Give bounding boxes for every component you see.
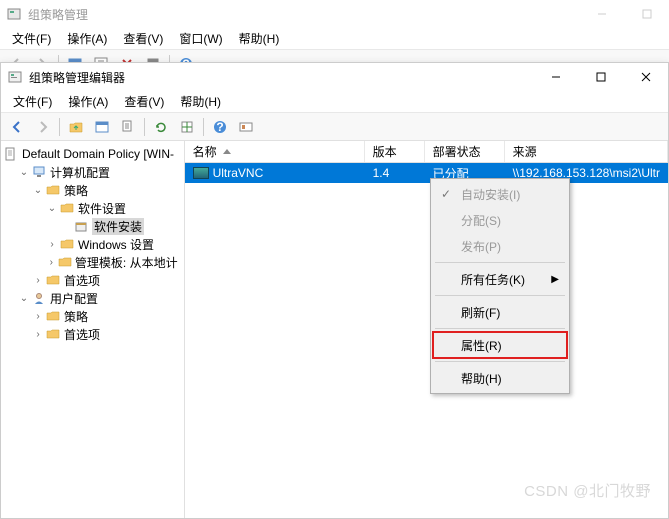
separator xyxy=(435,328,565,329)
user-icon xyxy=(31,290,47,306)
tree-software-settings[interactable]: ⌄ 软件设置 xyxy=(3,199,182,217)
col-state[interactable]: 部署状态 xyxy=(425,141,505,162)
menubar-gpme: 文件(F) 操作(A) 查看(V) 帮助(H) xyxy=(1,91,668,113)
cell-version: 1.4 xyxy=(365,166,425,180)
minimize-button[interactable] xyxy=(579,0,624,28)
expand-icon[interactable]: › xyxy=(31,311,45,322)
help-button[interactable]: ? xyxy=(208,115,232,139)
check-icon: ✓ xyxy=(441,187,451,201)
tree-policies-user[interactable]: › 策略 xyxy=(3,307,182,325)
ctx-all-tasks[interactable]: 所有任务(K)▶ xyxy=(433,266,567,292)
ctx-refresh[interactable]: 刷新(F) xyxy=(433,299,567,325)
menubar-gpm: 文件(F) 操作(A) 查看(V) 窗口(W) 帮助(H) xyxy=(0,28,669,50)
menu-view[interactable]: 查看(V) xyxy=(116,91,172,112)
tree-policies[interactable]: ⌄ 策略 xyxy=(3,181,182,199)
ctx-properties[interactable]: 属性(R) xyxy=(433,332,567,358)
ctx-publish[interactable]: 发布(P) xyxy=(433,233,567,259)
app-icon xyxy=(6,6,22,22)
title-text: 组策略管理 xyxy=(28,6,579,23)
refresh-button[interactable] xyxy=(149,115,173,139)
separator xyxy=(435,262,565,263)
tb-icon[interactable] xyxy=(175,115,199,139)
menu-view[interactable]: 查看(V) xyxy=(115,28,171,49)
list-pane: 名称 版本 部署状态 来源 UltraVNC 1.4 已分配 \\192.168… xyxy=(185,141,668,518)
maximize-button[interactable] xyxy=(624,0,669,28)
collapse-icon[interactable]: ⌄ xyxy=(17,167,31,178)
tree-pane[interactable]: Default Domain Policy [WIN- ⌄ 计算机配置 ⌄ 策略… xyxy=(1,141,185,518)
menu-action[interactable]: 操作(A) xyxy=(60,91,116,112)
expand-icon[interactable]: › xyxy=(45,239,59,250)
tree-computer-config[interactable]: ⌄ 计算机配置 xyxy=(3,163,182,181)
tree-root[interactable]: Default Domain Policy [WIN- xyxy=(3,145,182,163)
tree-preferences[interactable]: › 首选项 xyxy=(3,271,182,289)
toolbar-gpme: ? xyxy=(1,113,668,141)
titlebar-gpme[interactable]: 组策略管理编辑器 xyxy=(1,63,668,91)
forward-button[interactable] xyxy=(31,115,55,139)
tree-windows-settings[interactable]: › Windows 设置 xyxy=(3,235,182,253)
ctx-auto-install[interactable]: ✓自动安装(I) xyxy=(433,181,567,207)
title-text: 组策略管理编辑器 xyxy=(29,69,533,86)
folder-icon xyxy=(58,254,72,270)
cell-name: UltraVNC xyxy=(213,166,264,180)
folder-icon xyxy=(45,272,61,288)
list-row[interactable]: UltraVNC 1.4 已分配 \\192.168.153.128\msi2\… xyxy=(185,163,668,183)
menu-help[interactable]: 帮助(H) xyxy=(172,91,229,112)
folder-icon xyxy=(59,236,75,252)
col-source[interactable]: 来源 xyxy=(505,141,668,162)
col-version[interactable]: 版本 xyxy=(365,141,425,162)
menu-action[interactable]: 操作(A) xyxy=(59,28,115,49)
collapse-icon[interactable]: ⌄ xyxy=(17,293,31,304)
tb-icon[interactable] xyxy=(90,115,114,139)
titlebar-gpm[interactable]: 组策略管理 xyxy=(0,0,669,28)
expand-icon[interactable]: › xyxy=(31,275,45,286)
expand-icon[interactable]: › xyxy=(45,257,58,268)
scroll-icon xyxy=(3,146,19,162)
menu-window[interactable]: 窗口(W) xyxy=(171,28,230,49)
package-icon xyxy=(73,218,89,234)
submenu-arrow-icon: ▶ xyxy=(551,274,559,285)
menu-file[interactable]: 文件(F) xyxy=(5,91,60,112)
svg-text:?: ? xyxy=(216,120,223,134)
minimize-button[interactable] xyxy=(533,63,578,91)
tree-user-config[interactable]: ⌄ 用户配置 xyxy=(3,289,182,307)
tb-icon[interactable] xyxy=(116,115,140,139)
separator xyxy=(435,361,565,362)
computer-icon xyxy=(31,164,47,180)
tree-software-install[interactable]: 软件安装 xyxy=(3,217,182,235)
folder-icon xyxy=(45,308,61,324)
tree-preferences-user[interactable]: › 首选项 xyxy=(3,325,182,343)
ctx-assign[interactable]: 分配(S) xyxy=(433,207,567,233)
folder-icon xyxy=(45,182,61,198)
folder-icon xyxy=(45,326,61,342)
close-button[interactable] xyxy=(623,63,668,91)
app-icon xyxy=(7,69,23,85)
context-menu: ✓自动安装(I) 分配(S) 发布(P) 所有任务(K)▶ 刷新(F) 属性(R… xyxy=(430,178,570,394)
folder-icon xyxy=(59,200,75,216)
collapse-icon[interactable]: ⌄ xyxy=(31,185,45,196)
menu-file[interactable]: 文件(F) xyxy=(4,28,59,49)
up-button[interactable] xyxy=(64,115,88,139)
expand-icon[interactable]: › xyxy=(31,329,45,340)
maximize-button[interactable] xyxy=(578,63,623,91)
col-name[interactable]: 名称 xyxy=(185,141,365,162)
package-icon xyxy=(193,167,209,179)
menu-help[interactable]: 帮助(H) xyxy=(231,28,288,49)
list-header[interactable]: 名称 版本 部署状态 来源 xyxy=(185,141,668,163)
ctx-help[interactable]: 帮助(H) xyxy=(433,365,567,391)
back-button[interactable] xyxy=(5,115,29,139)
collapse-icon[interactable]: ⌄ xyxy=(45,203,59,214)
separator xyxy=(435,295,565,296)
tree-admin-templates[interactable]: › 管理模板: 从本地计 xyxy=(3,253,182,271)
tb-icon[interactable] xyxy=(234,115,258,139)
